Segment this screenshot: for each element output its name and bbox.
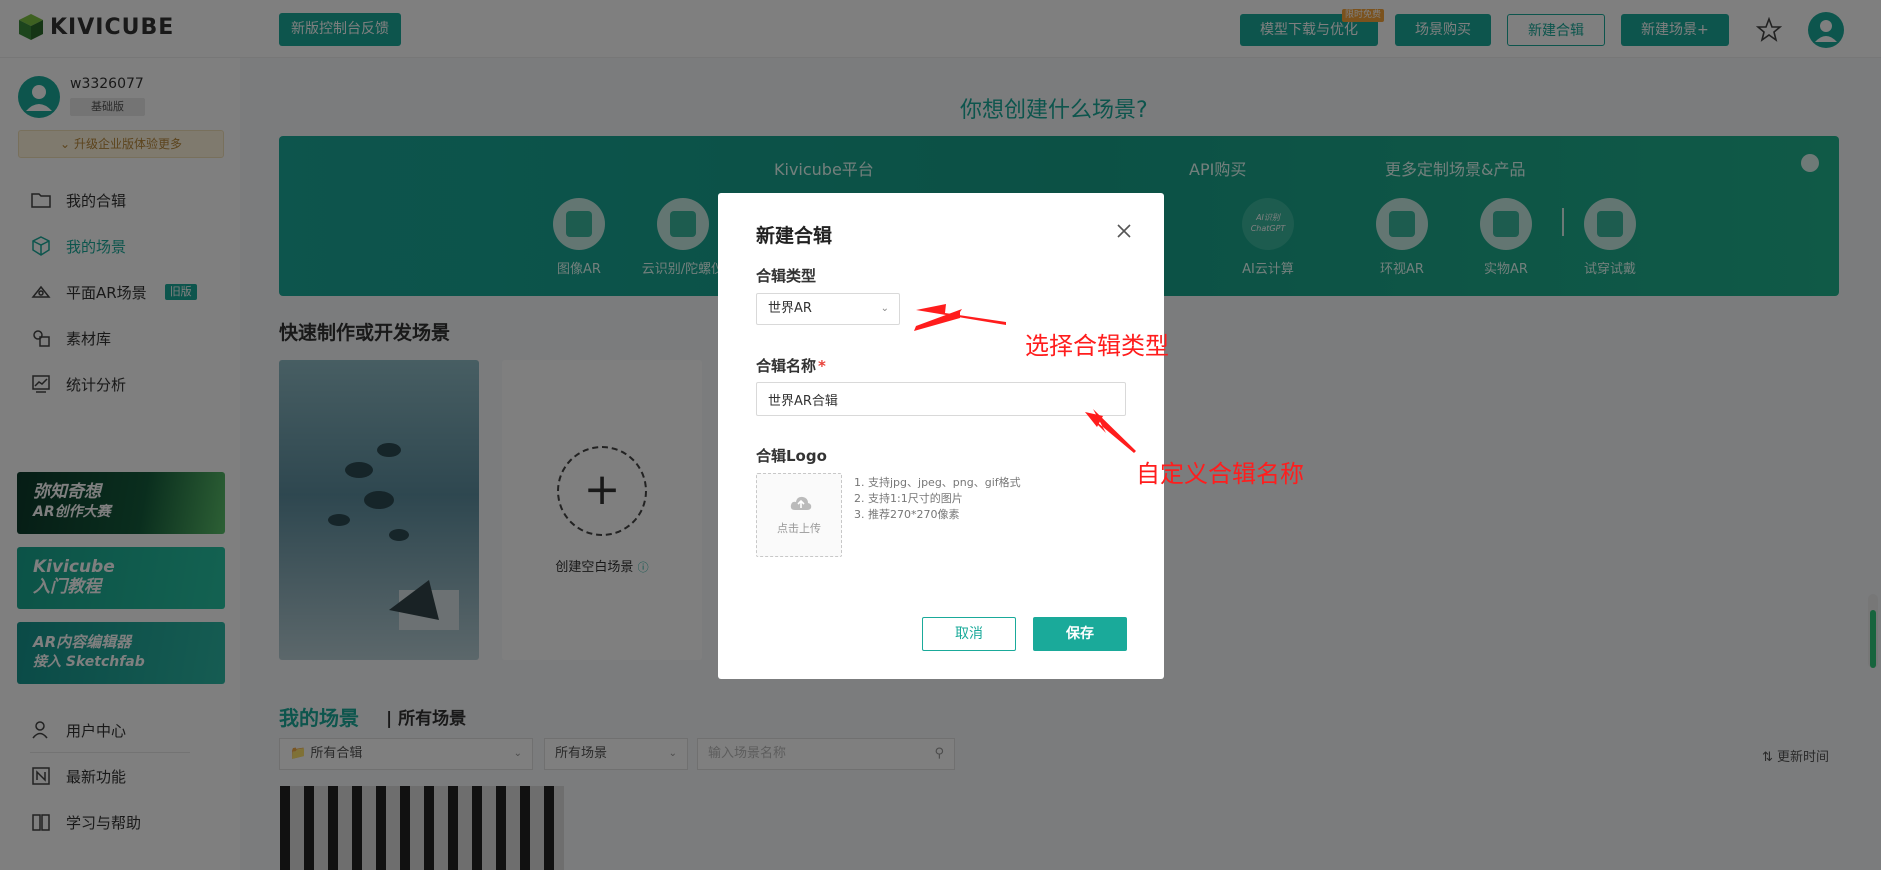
annotation-custom-name: 自定义合辑名称 <box>1136 460 1304 488</box>
annotation-arrows <box>914 304 1136 453</box>
annotation-select-type: 选择合辑类型 <box>1025 332 1169 360</box>
arrow-to-name-input-tip <box>1085 412 1103 427</box>
